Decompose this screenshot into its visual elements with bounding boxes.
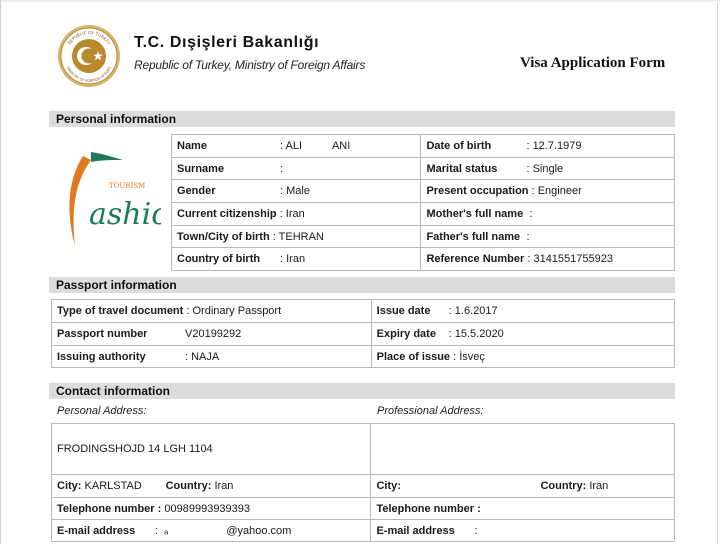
personal-address-label: Personal Address: xyxy=(57,405,147,417)
table-row: Country of birth: Iran Reference Number … xyxy=(170,247,675,271)
fashion-tourism-logo: ashion TOURISM xyxy=(69,152,161,246)
ministry-seal-icon: REPUBLIC OF TURKEY MINISTRY OF FOREIGN A… xyxy=(58,25,120,87)
personal-city-country-cell: City: KARLSTAD Country: Iran xyxy=(50,474,372,498)
table-row: Town/City of birth : TEHRAN Father's ful… xyxy=(170,225,675,248)
ministry-subtitle: Republic of Turkey, Ministry of Foreign … xyxy=(134,58,366,72)
father-name-cell: Father's full name: xyxy=(420,225,675,248)
table-row: Surname: Marital status: Single xyxy=(170,157,675,180)
table-row: Type of travel document : Ordinary Passp… xyxy=(51,299,676,323)
professional-city-country-cell: City: Country: Iran xyxy=(370,474,675,498)
form-title: Visa Application Form xyxy=(520,55,666,71)
reference-number-cell: Reference Number : 3141551755923 xyxy=(420,247,675,271)
issuing-authority-cell: Issuing authority: NAJA xyxy=(51,345,372,368)
citizenship-cell: Current citizenship : Iran xyxy=(170,202,422,226)
mother-name-cell: Mother's full name : xyxy=(420,202,675,226)
birth-town-cell: Town/City of birth : TEHRAN xyxy=(170,225,422,248)
page-top-shadow xyxy=(1,0,720,3)
personal-email-cell: E-mail address: ₐ @yahoo.com xyxy=(50,519,372,542)
surname-cell: Surname: xyxy=(170,157,422,180)
issue-date-cell: Issue date: 1.6.2017 xyxy=(370,299,676,323)
passport-info-table: Type of travel document : Ordinary Passp… xyxy=(51,299,676,368)
logo-tag-text: TOURISM xyxy=(109,182,145,190)
table-row: Telephone number : 00989993939393 Teleph… xyxy=(50,497,675,520)
table-row: FRODINGSHOJD 14 LGH 1104 xyxy=(50,423,675,475)
name-cell: Name: ALI ANI xyxy=(170,134,422,158)
passport-number-cell: Passport number V20199292 xyxy=(51,322,372,346)
table-row: Gender: Male Present occupation : Engine… xyxy=(170,179,675,203)
logo-brand-text: ashion xyxy=(89,197,161,232)
personal-address-cell: FRODINGSHOJD 14 LGH 1104 xyxy=(50,423,372,475)
professional-email-cell: E-mail address: xyxy=(370,519,675,542)
table-row: E-mail address: ₐ @yahoo.com E-mail addr… xyxy=(50,519,675,542)
table-row: Name: ALI ANI Date of birth: 12.7.1979 xyxy=(170,134,675,158)
ministry-title: T.C. Dışişleri Bakanlığı xyxy=(134,34,320,51)
table-row: Passport number V20199292 Expiry date: 15… xyxy=(51,322,676,346)
marital-status-cell: Marital status: Single xyxy=(420,157,675,180)
dob-cell: Date of birth: 12.7.1979 xyxy=(420,134,675,158)
travel-doc-type-cell: Type of travel document : Ordinary Passp… xyxy=(51,299,372,323)
personal-info-header: Personal information xyxy=(49,111,675,127)
professional-telephone-cell: Telephone number : xyxy=(370,497,675,520)
professional-address-cell xyxy=(370,423,675,475)
table-row: City: KARLSTAD Country: Iran City: Countr… xyxy=(50,474,675,498)
table-row: Current citizenship : Iran Mother's full… xyxy=(170,202,675,226)
gender-cell: Gender: Male xyxy=(170,179,422,203)
table-row: Issuing authority: NAJA Place of issue :… xyxy=(51,345,676,368)
birth-country-cell: Country of birth: Iran xyxy=(170,247,422,271)
contact-info-table: FRODINGSHOJD 14 LGH 1104 City: KARLSTAD … xyxy=(50,423,675,542)
professional-address-label: Professional Address: xyxy=(377,405,484,417)
personal-telephone-cell: Telephone number : 00989993939393 xyxy=(50,497,372,520)
contact-info-header: Contact information xyxy=(49,383,675,399)
place-of-issue-cell: Place of issue : İsveç xyxy=(370,345,676,368)
expiry-date-cell: Expiry date: 15.5.2020 xyxy=(370,322,676,346)
occupation-cell: Present occupation : Engineer xyxy=(420,179,675,203)
personal-info-table: Name: ALI ANI Date of birth: 12.7.1979 S… xyxy=(170,134,675,271)
passport-info-header: Passport information xyxy=(49,277,675,293)
document-page: REPUBLIC OF TURKEY MINISTRY OF FOREIGN A… xyxy=(0,0,720,544)
